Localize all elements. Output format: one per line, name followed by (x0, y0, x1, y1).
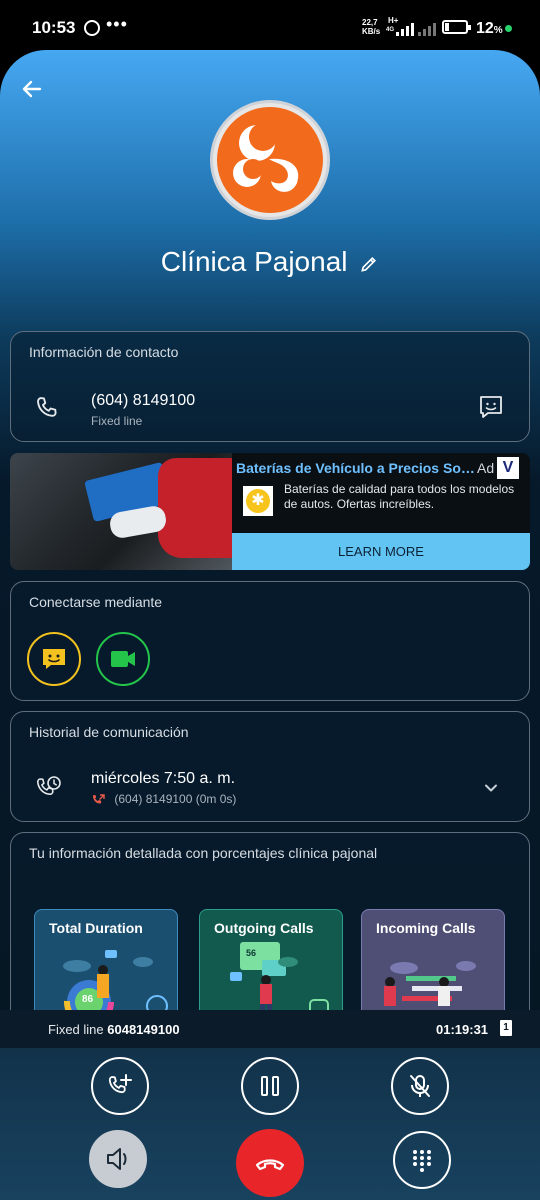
ad-badge: Ad (477, 460, 495, 476)
add-call-button[interactable] (91, 1057, 149, 1115)
call-line-info: Fixed line 6048149100 (48, 1022, 180, 1037)
history-detail-row: (604) 8149100 (0m 0s) (91, 792, 236, 807)
more-notifications-icon: ••• (106, 14, 128, 34)
end-call-icon (255, 1159, 285, 1171)
donut-value: 86 (82, 994, 94, 1005)
phone-type: Fixed line (91, 414, 143, 428)
clinic-logo-icon (217, 107, 323, 213)
outgoing-badge-value: 56 (246, 948, 257, 958)
edit-pencil-icon[interactable] (359, 254, 379, 274)
insights-card: Tu información detallada con porcentajes… (10, 832, 530, 1012)
chat-icon (43, 649, 65, 669)
message-icon[interactable] (477, 393, 505, 421)
battery-percent: 12% (476, 20, 503, 37)
contact-info-title: Información de contacto (29, 344, 179, 360)
network-speed-unit: KB/s (362, 27, 381, 36)
call-line-number: 6048149100 (107, 1022, 180, 1037)
outgoing-calls-illustration-icon (230, 942, 329, 1012)
contact-screen: Clínica Pajonal Información de contacto … (0, 50, 540, 1012)
network-speed: 22,7 KB/s (362, 18, 380, 36)
speaker-button[interactable] (89, 1130, 147, 1188)
battery-icon (442, 20, 471, 34)
ad-image[interactable] (10, 453, 232, 570)
video-camera-icon (111, 651, 135, 667)
incoming-calls-illustration-icon (384, 961, 476, 1006)
add-call-icon (108, 1074, 132, 1094)
call-timer: 01:19:31 (436, 1022, 489, 1037)
speaker-icon (107, 1148, 127, 1170)
incoming-calls-card[interactable]: Incoming Calls (361, 909, 505, 1012)
ad-learn-more-button[interactable]: LEARN MORE (232, 533, 530, 570)
contact-avatar (210, 100, 330, 220)
history-detail: (604) 8149100 (0m 0s) (114, 792, 237, 806)
mute-button[interactable] (391, 1057, 449, 1115)
ad-banner[interactable]: Baterías de Vehículo a Precios Sor... Ad… (10, 453, 530, 570)
pause-icon (261, 1076, 279, 1096)
chevron-down-icon[interactable] (483, 780, 499, 796)
call-history-icon (36, 776, 61, 796)
dialpad-icon (413, 1150, 431, 1172)
mic-off-icon (410, 1075, 430, 1097)
chat-button[interactable] (27, 632, 81, 686)
notification-icon (84, 20, 100, 36)
history-title: Historial de comunicación (29, 724, 189, 740)
contact-info-card: Información de contacto (604) 8149100 Fi… (10, 331, 530, 442)
ad-brand-icon[interactable]: ✱ (243, 486, 273, 516)
signal-icon (396, 22, 414, 36)
ongoing-call-bar: Fixed line 6048149100 01:19:31 1 (0, 1010, 540, 1048)
ad-description[interactable]: Baterías de calidad para todos los model… (284, 482, 524, 512)
phone-number[interactable]: (604) 8149100 (91, 392, 195, 410)
privacy-indicator-icon (505, 25, 512, 32)
network-speed-value: 22,7 (362, 18, 378, 27)
connect-title: Conectarse mediante (29, 594, 163, 610)
network-sub-type: 4G (386, 27, 395, 33)
outgoing-call-icon (92, 794, 105, 804)
outgoing-calls-card[interactable]: Outgoing Calls 56 (199, 909, 343, 1012)
contact-name[interactable]: Clínica Pajonal (0, 246, 540, 278)
history-date[interactable]: miércoles 7:50 a. m. (91, 770, 235, 788)
ad-advertiser-logo[interactable]: V (497, 457, 519, 479)
ad-title[interactable]: Baterías de Vehículo a Precios Sor... (236, 460, 476, 476)
call-controls (0, 1048, 540, 1200)
signal-2-icon (418, 22, 436, 36)
video-call-button[interactable] (96, 632, 150, 686)
total-duration-card[interactable]: Total Duration 86 (34, 909, 178, 1012)
hold-button[interactable] (241, 1057, 299, 1115)
insights-title: Tu información detallada con porcentajes… (29, 845, 378, 861)
end-call-button[interactable] (236, 1129, 304, 1197)
total-duration-illustration-icon (63, 950, 168, 1012)
call-line-label: Fixed line (48, 1022, 104, 1037)
status-bar: 10:53 ••• 22,7 KB/s H+ 4G 12% (0, 0, 540, 56)
back-arrow-icon[interactable] (20, 77, 44, 101)
status-time: 10:53 (32, 18, 76, 37)
sim-icon: 1 (500, 1020, 512, 1036)
history-card: Historial de comunicación miércoles 7:50… (10, 711, 530, 822)
dialpad-button[interactable] (393, 1131, 451, 1189)
contact-name-text: Clínica Pajonal (160, 246, 348, 277)
phone-icon[interactable] (33, 394, 61, 422)
connect-card: Conectarse mediante (10, 581, 530, 701)
